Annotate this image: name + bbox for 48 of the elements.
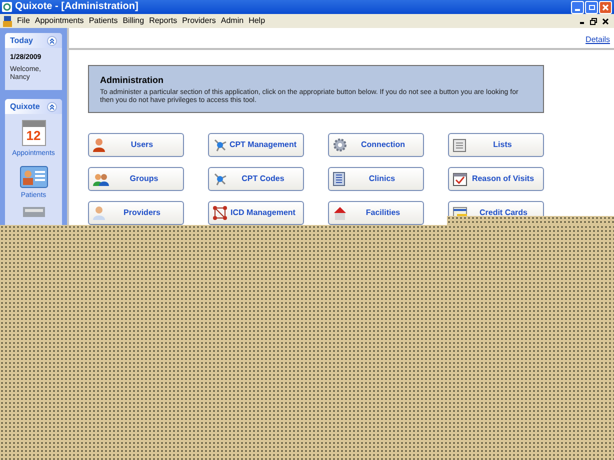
app-icon [2,2,12,12]
minimize-button[interactable] [571,0,584,14]
app-menu-icon[interactable] [3,16,12,26]
restore-button[interactable] [585,0,598,14]
admin-button[interactable]: Lists [448,133,544,157]
menu-item[interactable]: File [17,17,30,25]
network-icon [213,138,227,152]
admin-button[interactable]: Connection [328,133,424,157]
window-title: Quixote - [Administration] [15,2,138,12]
menu-item[interactable]: Providers [182,17,216,25]
admin-button[interactable]: ICD Management [208,201,304,225]
collapse-button[interactable] [47,102,57,112]
building-icon [333,172,345,186]
close-icon [602,4,609,10]
menu-item[interactable]: Appointments [34,17,84,25]
list-icon [453,138,466,152]
molecule-icon [213,206,227,220]
menu-item[interactable]: Patients [88,17,118,25]
close-button[interactable] [599,0,612,14]
network-icon [213,172,227,186]
menu-item[interactable]: Admin [220,17,244,25]
panel-title: Today [10,34,33,46]
admin-button[interactable]: CPT Management [208,133,304,157]
calendar-icon: 12 [22,120,46,146]
admin-button[interactable]: Users [88,133,184,157]
person-icon [93,138,105,152]
id-card-icon [20,166,48,188]
panel-title: Quixote [10,100,40,112]
admin-button[interactable]: CPT Codes [208,167,304,191]
people-icon [93,172,109,186]
house-icon [333,206,347,220]
admin-button[interactable]: Reason of Visits [448,167,544,191]
details-link[interactable]: Details [586,34,610,46]
admin-button[interactable]: Groups [88,167,184,191]
collapse-button[interactable] [47,36,57,46]
person-icon [93,206,105,220]
admin-button[interactable]: Facilities [328,201,424,225]
mdi-close-icon[interactable] [602,18,609,24]
calendar-check-icon [453,172,467,186]
gear-icon [333,138,347,152]
panel-heading: Administration [100,75,165,86]
menu-item[interactable]: Help [248,17,266,25]
device-icon [22,207,44,217]
menu-item[interactable]: Reports [149,17,178,25]
mdi-restore-icon[interactable] [590,18,597,24]
admin-button[interactable]: Clinics [328,167,424,191]
admin-button[interactable]: Providers [88,201,184,225]
menu-item[interactable]: Billing [122,17,144,25]
